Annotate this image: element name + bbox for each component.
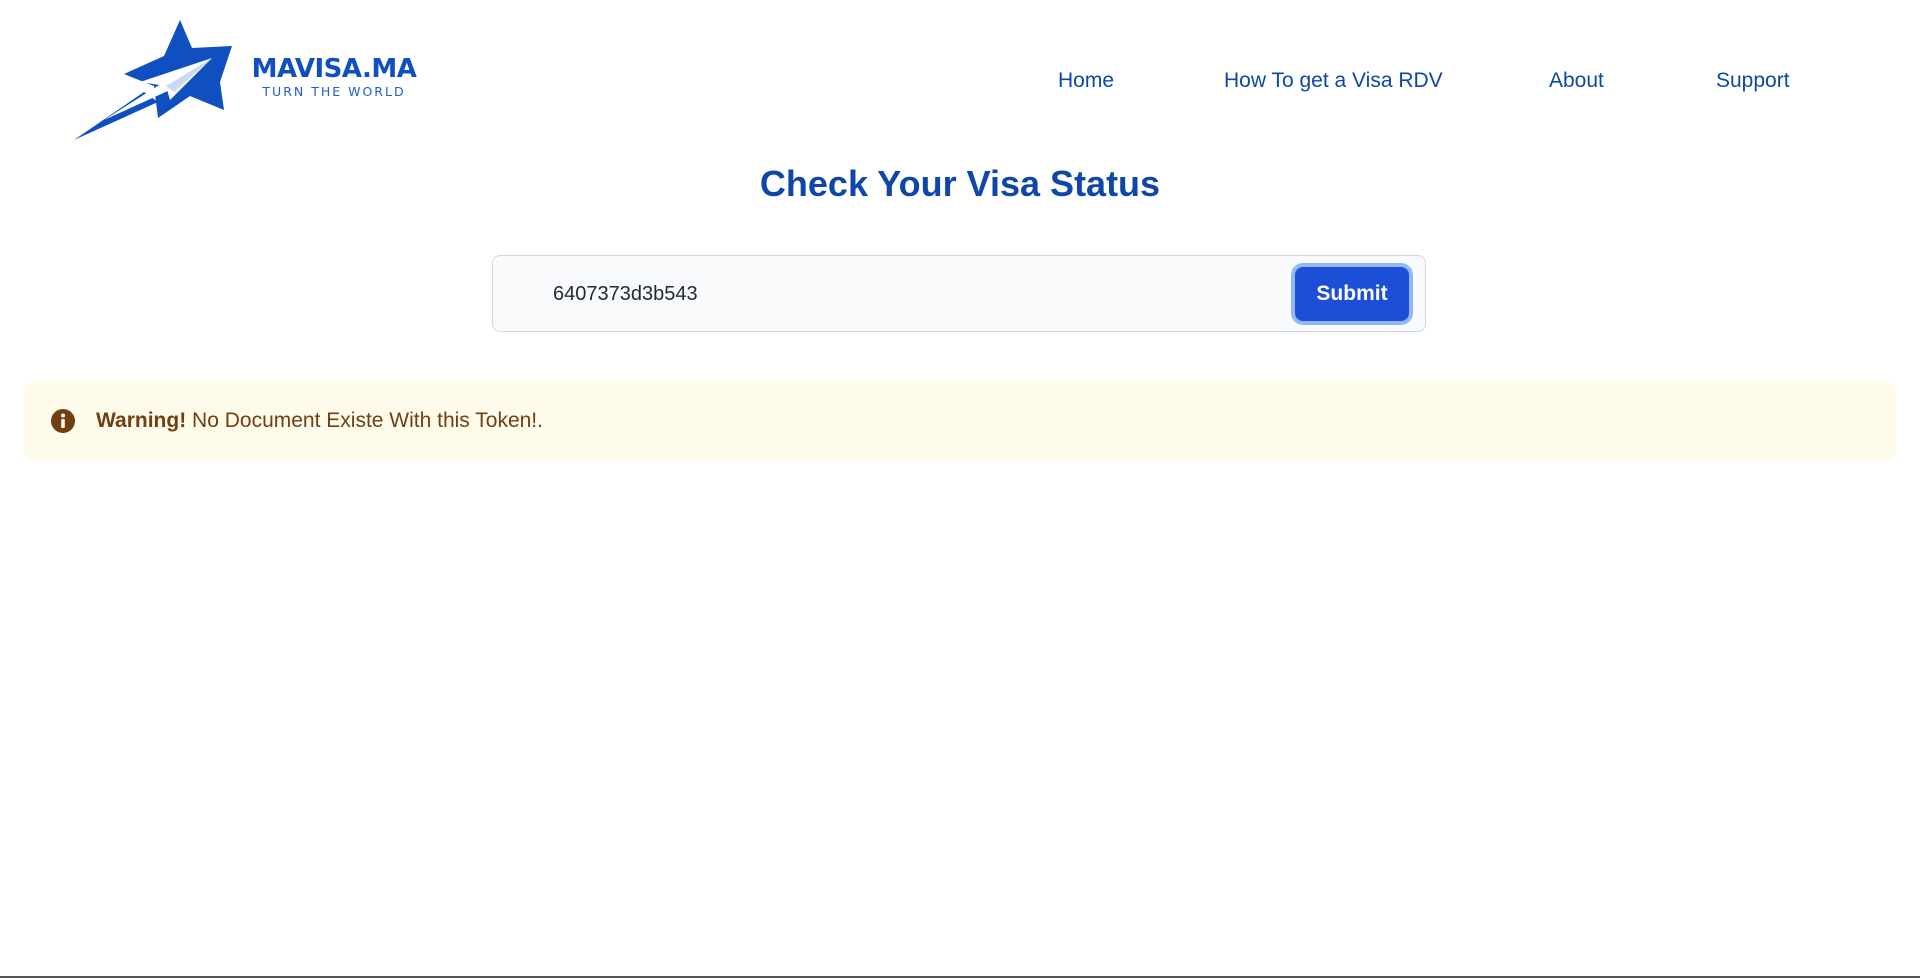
info-circle-icon [51,409,75,433]
nav-support-link[interactable]: Support [1716,66,1790,96]
nav-how-to-link[interactable]: How To get a Visa RDV [1224,66,1443,96]
token-input[interactable] [553,274,1253,314]
alert-text: Warning! No Document Existe With this To… [96,409,543,433]
alert-strong-label: Warning! [96,409,187,432]
page-title: Check Your Visa Status [759,163,1161,204]
nav-home-link[interactable]: Home [1058,66,1114,96]
token-search-form: Submit [492,255,1426,332]
nav-about-link[interactable]: About [1549,66,1604,96]
page: MAVISA.MA TURN THE WORLD Home How To get… [0,0,1920,978]
warning-alert: Warning! No Document Existe With this To… [24,381,1896,461]
main-nav: Home How To get a Visa RDV About Support [0,66,1920,96]
submit-button[interactable]: Submit [1291,263,1413,325]
alert-message: No Document Existe With this Token!. [186,409,543,432]
